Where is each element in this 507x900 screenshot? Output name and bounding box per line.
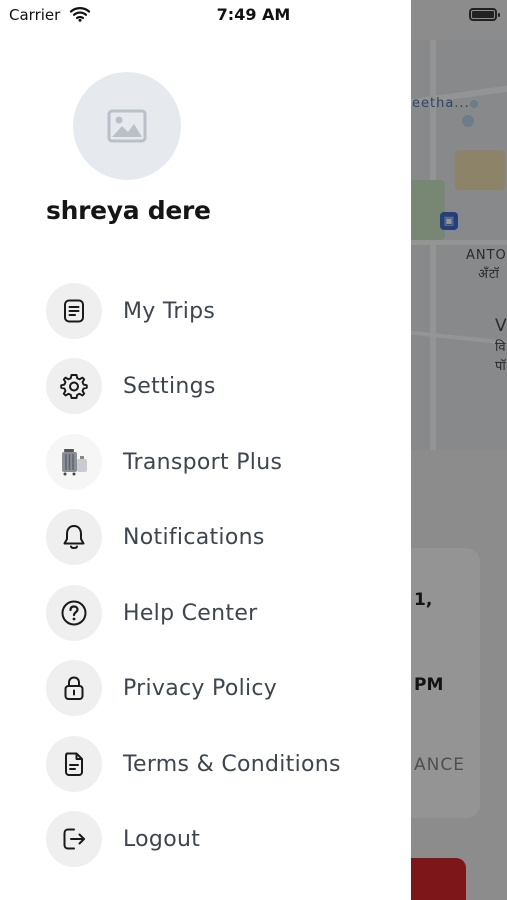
logout-icon <box>63 828 85 850</box>
question-circle-icon <box>61 600 87 626</box>
menu-label: Help Center <box>123 600 258 626</box>
side-drawer: shreya dere My Trips Settings Transport … <box>0 0 411 900</box>
gear-icon <box>60 374 88 399</box>
menu-item-help-center[interactable]: Help Center <box>46 585 406 641</box>
menu-item-logout[interactable]: Logout <box>46 811 406 867</box>
lock-icon <box>64 676 84 700</box>
menu-label: Notifications <box>123 524 265 550</box>
menu-label: My Trips <box>123 298 216 324</box>
bell-icon <box>63 525 85 549</box>
menu-label: Terms & Conditions <box>123 751 341 777</box>
image-placeholder-icon <box>107 109 147 143</box>
menu-label: Transport Plus <box>123 449 283 475</box>
file-text-icon <box>65 752 83 776</box>
menu-label: Logout <box>123 826 201 852</box>
menu-label: Settings <box>123 373 216 399</box>
document-list-icon <box>64 299 84 323</box>
status-bar: Carrier 7:49 AM <box>0 0 507 32</box>
status-time: 7:49 AM <box>216 5 291 24</box>
battery-icon <box>469 8 500 21</box>
luggage-icon <box>62 449 87 476</box>
menu-item-settings[interactable]: Settings <box>46 358 406 414</box>
menu-item-my-trips[interactable]: My Trips <box>46 283 406 339</box>
menu-item-notifications[interactable]: Notifications <box>46 509 406 565</box>
avatar[interactable] <box>73 72 181 180</box>
menu-item-terms-conditions[interactable]: Terms & Conditions <box>46 736 406 792</box>
menu-item-transport-plus[interactable]: Transport Plus <box>46 434 406 490</box>
user-name: shreya dere <box>46 196 211 225</box>
menu-label: Privacy Policy <box>123 675 278 701</box>
menu-item-privacy-policy[interactable]: Privacy Policy <box>46 660 406 716</box>
